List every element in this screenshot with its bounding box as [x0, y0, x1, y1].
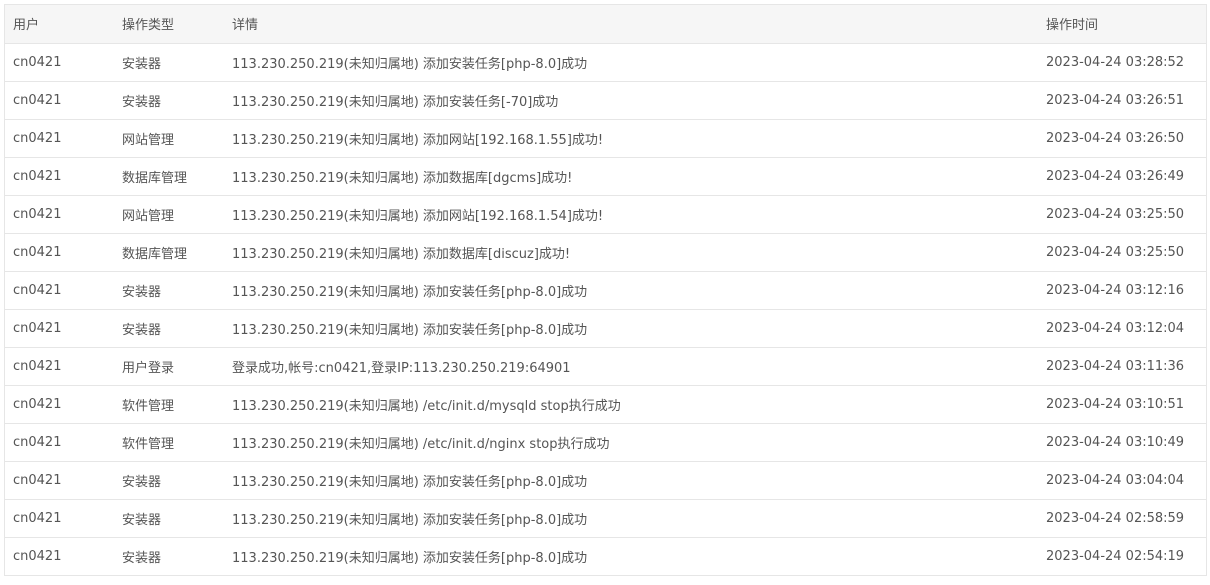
cell-user: cn0421: [5, 385, 114, 424]
cell-type: 安装器: [114, 81, 224, 120]
cell-type: 安装器: [114, 499, 224, 538]
table-row: cn0421 软件管理 113.230.250.219(未知归属地) /etc/…: [5, 385, 1206, 424]
cell-type: 网站管理: [114, 119, 224, 158]
cell-type: 用户登录: [114, 347, 224, 386]
cell-time: 2023-04-24 03:04:04: [1038, 461, 1206, 500]
table-row: cn0421 软件管理 113.230.250.219(未知归属地) /etc/…: [5, 423, 1206, 462]
cell-time: 2023-04-24 03:28:52: [1038, 43, 1206, 82]
cell-user: cn0421: [5, 271, 114, 310]
cell-type: 安装器: [114, 537, 224, 576]
table-row: cn0421 安装器 113.230.250.219(未知归属地) 添加安装任务…: [5, 309, 1206, 348]
cell-detail: 113.230.250.219(未知归属地) 添加数据库[dgcms]成功!: [224, 157, 1038, 196]
cell-detail: 113.230.250.219(未知归属地) 添加网站[192.168.1.54…: [224, 195, 1038, 234]
cell-detail: 113.230.250.219(未知归属地) /etc/init.d/nginx…: [224, 423, 1038, 462]
column-header-user: 用户: [5, 5, 114, 44]
cell-detail: 113.230.250.219(未知归属地) 添加安装任务[-70]成功: [224, 81, 1038, 120]
cell-time: 2023-04-24 02:54:19: [1038, 537, 1206, 576]
table-row: cn0421 安装器 113.230.250.219(未知归属地) 添加安装任务…: [5, 271, 1206, 310]
cell-type: 数据库管理: [114, 157, 224, 196]
cell-user: cn0421: [5, 309, 114, 348]
cell-time: 2023-04-24 02:58:59: [1038, 499, 1206, 538]
table-row: cn0421 安装器 113.230.250.219(未知归属地) 添加安装任务…: [5, 461, 1206, 500]
cell-user: cn0421: [5, 499, 114, 538]
table-row: cn0421 安装器 113.230.250.219(未知归属地) 添加安装任务…: [5, 81, 1206, 120]
header-row: 用户 操作类型 详情 操作时间: [5, 5, 1206, 44]
cell-detail: 113.230.250.219(未知归属地) 添加网站[192.168.1.55…: [224, 119, 1038, 158]
operation-log-table: 用户 操作类型 详情 操作时间 cn0421 安装器 113.230.250.2…: [4, 4, 1207, 576]
log-table: 用户 操作类型 详情 操作时间 cn0421 安装器 113.230.250.2…: [5, 5, 1206, 576]
cell-time: 2023-04-24 03:26:49: [1038, 157, 1206, 196]
cell-user: cn0421: [5, 157, 114, 196]
table-row: cn0421 网站管理 113.230.250.219(未知归属地) 添加网站[…: [5, 195, 1206, 234]
cell-user: cn0421: [5, 119, 114, 158]
table-body: cn0421 安装器 113.230.250.219(未知归属地) 添加安装任务…: [5, 43, 1206, 576]
column-header-detail: 详情: [224, 5, 1038, 44]
cell-user: cn0421: [5, 43, 114, 82]
table-row: cn0421 数据库管理 113.230.250.219(未知归属地) 添加数据…: [5, 157, 1206, 196]
cell-detail: 113.230.250.219(未知归属地) 添加数据库[discuz]成功!: [224, 233, 1038, 272]
cell-time: 2023-04-24 03:11:36: [1038, 347, 1206, 386]
cell-detail: 113.230.250.219(未知归属地) 添加安装任务[php-8.0]成功: [224, 309, 1038, 348]
cell-type: 安装器: [114, 43, 224, 82]
cell-user: cn0421: [5, 461, 114, 500]
cell-detail: 登录成功,帐号:cn0421,登录IP:113.230.250.219:6490…: [224, 347, 1038, 386]
cell-type: 安装器: [114, 271, 224, 310]
cell-user: cn0421: [5, 423, 114, 462]
cell-type: 安装器: [114, 309, 224, 348]
cell-type: 软件管理: [114, 385, 224, 424]
cell-user: cn0421: [5, 537, 114, 576]
cell-detail: 113.230.250.219(未知归属地) 添加安装任务[php-8.0]成功: [224, 499, 1038, 538]
cell-user: cn0421: [5, 347, 114, 386]
cell-time: 2023-04-24 03:12:04: [1038, 309, 1206, 348]
table-header: 用户 操作类型 详情 操作时间: [5, 5, 1206, 44]
column-header-time: 操作时间: [1038, 5, 1206, 44]
cell-user: cn0421: [5, 233, 114, 272]
cell-time: 2023-04-24 03:26:51: [1038, 81, 1206, 120]
table-row: cn0421 安装器 113.230.250.219(未知归属地) 添加安装任务…: [5, 537, 1206, 576]
cell-user: cn0421: [5, 81, 114, 120]
cell-detail: 113.230.250.219(未知归属地) 添加安装任务[php-8.0]成功: [224, 461, 1038, 500]
cell-time: 2023-04-24 03:26:50: [1038, 119, 1206, 158]
table-row: cn0421 安装器 113.230.250.219(未知归属地) 添加安装任务…: [5, 43, 1206, 82]
cell-time: 2023-04-24 03:25:50: [1038, 195, 1206, 234]
cell-type: 数据库管理: [114, 233, 224, 272]
cell-detail: 113.230.250.219(未知归属地) 添加安装任务[php-8.0]成功: [224, 271, 1038, 310]
column-header-type: 操作类型: [114, 5, 224, 44]
cell-detail: 113.230.250.219(未知归属地) /etc/init.d/mysql…: [224, 385, 1038, 424]
cell-type: 软件管理: [114, 423, 224, 462]
table-row: cn0421 网站管理 113.230.250.219(未知归属地) 添加网站[…: [5, 119, 1206, 158]
cell-user: cn0421: [5, 195, 114, 234]
table-row: cn0421 安装器 113.230.250.219(未知归属地) 添加安装任务…: [5, 499, 1206, 538]
cell-type: 网站管理: [114, 195, 224, 234]
cell-type: 安装器: [114, 461, 224, 500]
table-row: cn0421 数据库管理 113.230.250.219(未知归属地) 添加数据…: [5, 233, 1206, 272]
cell-detail: 113.230.250.219(未知归属地) 添加安装任务[php-8.0]成功: [224, 43, 1038, 82]
cell-time: 2023-04-24 03:10:49: [1038, 423, 1206, 462]
table-row: cn0421 用户登录 登录成功,帐号:cn0421,登录IP:113.230.…: [5, 347, 1206, 386]
cell-time: 2023-04-24 03:25:50: [1038, 233, 1206, 272]
cell-detail: 113.230.250.219(未知归属地) 添加安装任务[php-8.0]成功: [224, 537, 1038, 576]
cell-time: 2023-04-24 03:12:16: [1038, 271, 1206, 310]
cell-time: 2023-04-24 03:10:51: [1038, 385, 1206, 424]
